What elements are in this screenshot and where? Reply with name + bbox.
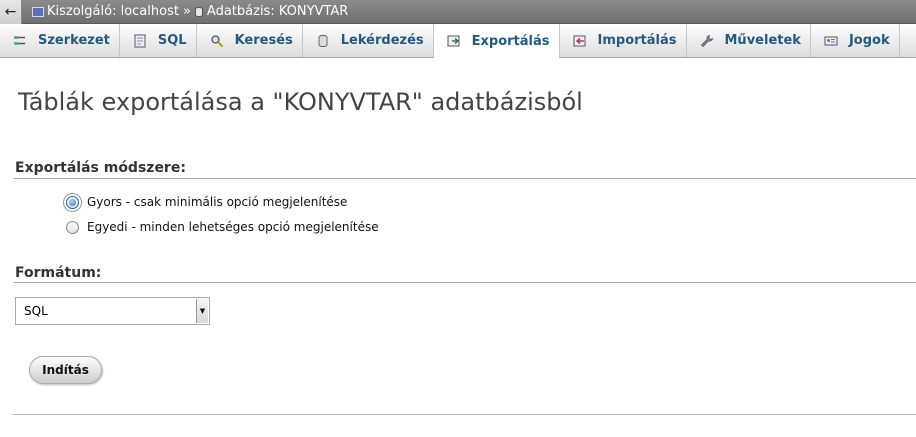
format-select-value[interactable]: SQL xyxy=(16,304,196,318)
tab-label: Exportálás xyxy=(471,33,550,49)
divider xyxy=(13,178,916,179)
breadcrumb-server[interactable]: Kiszolgáló: localhost xyxy=(32,4,179,19)
wrench-icon xyxy=(699,34,715,48)
tab-label: Műveletek xyxy=(724,33,801,48)
quick-export-label[interactable]: Gyors - csak minimális opció megjeleníté… xyxy=(87,195,347,209)
tab-import[interactable]: Importálás xyxy=(560,24,687,57)
divider xyxy=(13,414,916,415)
tab-privileges[interactable]: Jogok xyxy=(811,24,900,57)
tab-export[interactable]: Exportálás xyxy=(433,24,560,58)
export-icon xyxy=(446,34,462,48)
page-title: Táblák exportálása a "KONYVTAR" adatbázi… xyxy=(18,88,583,116)
breadcrumb-database-label[interactable]: Adatbázis: KONYVTAR xyxy=(207,4,348,19)
tab-query[interactable]: Lekérdezés xyxy=(303,24,434,57)
tab-label: Lekérdezés xyxy=(340,33,424,48)
privileges-icon xyxy=(823,34,839,48)
breadcrumb-separator: » xyxy=(182,4,191,19)
breadcrumb-server-label[interactable]: Kiszolgáló: localhost xyxy=(47,4,179,19)
tab-operations[interactable]: Műveletek xyxy=(687,24,811,57)
tab-label: Szerkezet xyxy=(38,33,110,48)
custom-export-label[interactable]: Egyedi - minden lehetséges opció megjele… xyxy=(87,220,379,234)
divider xyxy=(13,282,916,283)
structure-icon xyxy=(12,34,28,48)
custom-export-option[interactable]: Egyedi - minden lehetséges opció megjele… xyxy=(66,220,379,234)
go-button[interactable]: Indítás xyxy=(29,356,102,384)
tab-structure[interactable]: Szerkezet xyxy=(0,24,120,57)
server-icon xyxy=(32,6,44,17)
breadcrumb-database[interactable]: Adatbázis: KONYVTAR xyxy=(194,4,348,19)
chevron-down-icon[interactable]: ▼ xyxy=(196,299,208,323)
tab-search[interactable]: Keresés xyxy=(197,24,303,57)
import-icon xyxy=(572,34,588,48)
format-heading: Formátum: xyxy=(15,265,102,281)
search-icon xyxy=(209,34,225,48)
tab-label: Importálás xyxy=(597,33,677,48)
back-arrow-icon[interactable]: ← xyxy=(0,0,22,24)
export-method-heading: Exportálás módszere: xyxy=(15,160,186,176)
database-icon xyxy=(194,6,203,17)
query-icon xyxy=(315,34,331,48)
sql-icon xyxy=(132,34,148,48)
custom-export-radio[interactable] xyxy=(66,220,79,234)
tab-label: SQL xyxy=(157,33,187,48)
quick-export-radio[interactable] xyxy=(66,195,79,209)
tab-sql[interactable]: SQL xyxy=(120,24,197,57)
tab-label: Jogok xyxy=(848,33,890,48)
format-select[interactable]: SQL ▼ xyxy=(15,297,210,325)
tab-bar: Szerkezet SQL Keresés Lekérdezés Exportá… xyxy=(0,24,916,58)
breadcrumb: ← Kiszolgáló: localhost » Adatbázis: KON… xyxy=(0,0,916,24)
quick-export-option[interactable]: Gyors - csak minimális opció megjeleníté… xyxy=(66,195,347,209)
tab-label: Keresés xyxy=(234,33,293,48)
